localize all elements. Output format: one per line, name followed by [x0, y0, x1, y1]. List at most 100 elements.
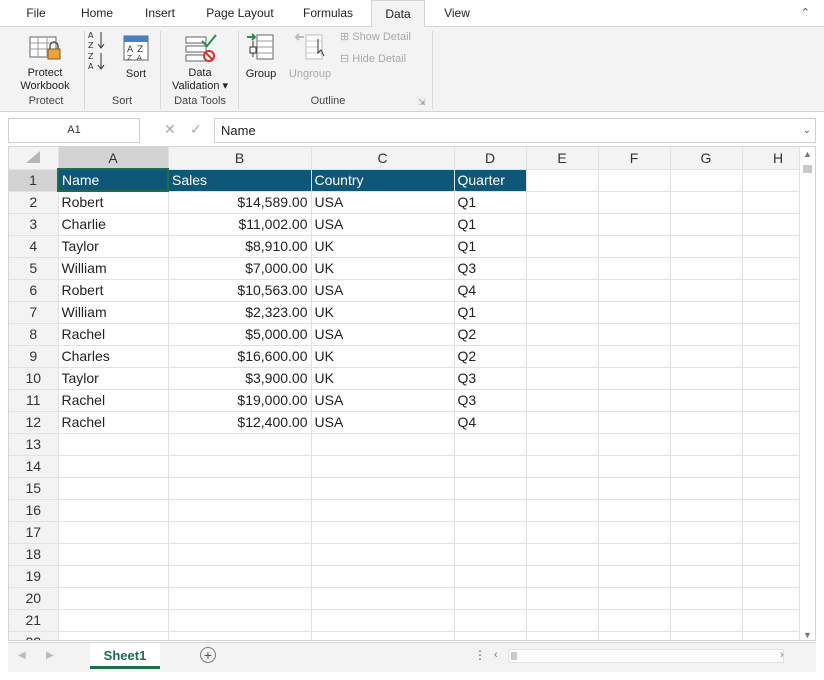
cell[interactable] [598, 631, 671, 640]
cell[interactable] [58, 543, 169, 566]
cell[interactable]: Rachel [58, 389, 169, 412]
cell[interactable]: UK [311, 301, 455, 324]
cell[interactable]: Q2 [454, 323, 527, 346]
next-sheet-icon[interactable]: ▶ [46, 650, 54, 661]
cell[interactable] [598, 169, 671, 192]
cell[interactable] [311, 631, 455, 640]
cell[interactable] [526, 521, 599, 544]
cell[interactable] [670, 301, 743, 324]
column-header-b[interactable]: B [168, 147, 312, 170]
cell[interactable] [598, 367, 671, 390]
row-header[interactable]: 16 [9, 499, 59, 522]
row-header[interactable]: 13 [9, 433, 59, 456]
cell[interactable] [670, 345, 743, 368]
cell[interactable] [598, 455, 671, 478]
cell[interactable]: Rachel [58, 411, 169, 434]
cell[interactable] [526, 301, 599, 324]
cell[interactable] [598, 235, 671, 258]
cell[interactable] [454, 587, 527, 610]
cell[interactable] [526, 279, 599, 302]
cell[interactable] [454, 455, 527, 478]
column-header-g[interactable]: G [670, 147, 743, 170]
row-header[interactable]: 11 [9, 389, 59, 412]
cell[interactable] [670, 499, 743, 522]
cell[interactable] [670, 235, 743, 258]
cell[interactable]: USA [311, 191, 455, 214]
cell[interactable] [526, 587, 599, 610]
cell[interactable] [454, 543, 527, 566]
cell[interactable] [526, 213, 599, 236]
cell[interactable]: $2,323.00 [168, 301, 312, 324]
cell[interactable]: $14,589.00 [168, 191, 312, 214]
cell[interactable]: USA [311, 389, 455, 412]
cell[interactable] [598, 191, 671, 214]
row-header[interactable]: 22 [9, 631, 59, 640]
cell[interactable]: Q1 [454, 213, 527, 236]
row-header[interactable]: 3 [9, 213, 59, 236]
cell[interactable] [168, 433, 312, 456]
cell[interactable] [311, 433, 455, 456]
cell[interactable]: Sales [168, 169, 312, 192]
sheet-tab-sheet1[interactable]: Sheet1 [90, 643, 160, 669]
cell[interactable] [168, 455, 312, 478]
expand-formula-icon[interactable]: ⌄ [803, 119, 811, 142]
cell[interactable] [670, 565, 743, 588]
cell[interactable] [670, 455, 743, 478]
cell[interactable] [598, 521, 671, 544]
hide-detail-button[interactable]: ⊟ Hide Detail [340, 53, 430, 66]
cell[interactable] [526, 345, 599, 368]
cell[interactable]: Q1 [454, 191, 527, 214]
group-button[interactable]: Group [242, 31, 280, 81]
horizontal-scrollbar[interactable] [508, 649, 784, 663]
horizontal-scroll-thumb[interactable] [511, 652, 517, 660]
cell[interactable] [670, 191, 743, 214]
tab-split-handle-icon[interactable]: ⋮ [474, 648, 486, 662]
cell[interactable] [168, 631, 312, 640]
cell[interactable] [311, 521, 455, 544]
cell[interactable] [670, 631, 743, 640]
cell[interactable] [526, 631, 599, 640]
scroll-left-icon[interactable]: ‹ [494, 649, 498, 661]
cell[interactable]: Rachel [58, 323, 169, 346]
column-header-f[interactable]: F [598, 147, 671, 170]
cell[interactable]: $12,400.00 [168, 411, 312, 434]
row-header[interactable]: 15 [9, 477, 59, 500]
row-header[interactable]: 8 [9, 323, 59, 346]
cell[interactable] [168, 543, 312, 566]
row-header[interactable]: 17 [9, 521, 59, 544]
ungroup-button[interactable]: Ungroup [284, 31, 336, 81]
cell[interactable] [670, 543, 743, 566]
cell[interactable]: Q3 [454, 257, 527, 280]
cell[interactable] [526, 477, 599, 500]
cell[interactable] [454, 521, 527, 544]
cell[interactable] [454, 499, 527, 522]
cell[interactable] [526, 433, 599, 456]
row-header[interactable]: 4 [9, 235, 59, 258]
cell[interactable]: USA [311, 279, 455, 302]
cell[interactable]: UK [311, 367, 455, 390]
select-all-corner[interactable] [9, 147, 59, 170]
cell[interactable] [598, 565, 671, 588]
cell[interactable] [58, 455, 169, 478]
sort-button[interactable]: A Z Z A Sort [118, 33, 154, 81]
cell[interactable] [58, 565, 169, 588]
cell[interactable] [526, 169, 599, 192]
cell[interactable] [598, 301, 671, 324]
cell[interactable]: William [58, 257, 169, 280]
tab-data[interactable]: Data [371, 0, 425, 28]
cell[interactable] [526, 323, 599, 346]
cell[interactable] [670, 213, 743, 236]
cell[interactable] [168, 565, 312, 588]
row-header[interactable]: 12 [9, 411, 59, 434]
cell[interactable] [670, 323, 743, 346]
cell[interactable] [454, 631, 527, 640]
protect-workbook-button[interactable]: Protect Workbook [14, 33, 76, 93]
previous-sheet-icon[interactable]: ◀ [18, 650, 26, 661]
cell[interactable] [670, 367, 743, 390]
confirm-entry-icon[interactable]: ✓ [190, 121, 202, 138]
cell[interactable]: UK [311, 345, 455, 368]
cell[interactable]: Country [311, 169, 455, 192]
cell[interactable] [526, 367, 599, 390]
cell[interactable] [311, 543, 455, 566]
cell[interactable] [168, 587, 312, 610]
